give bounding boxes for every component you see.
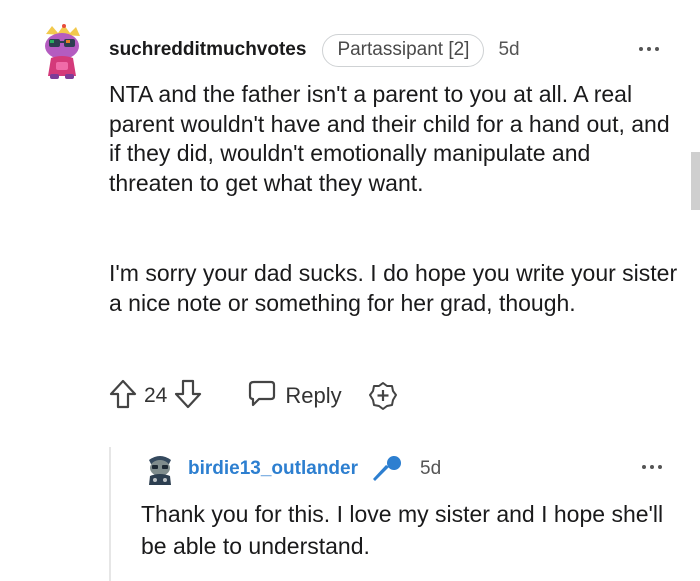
- user-flair: Partassipant [2]: [322, 33, 485, 67]
- comment-paragraph: I'm sorry your dad sucks. I do hope you …: [109, 260, 678, 316]
- avatar-icon: [149, 456, 171, 485]
- upvote-icon[interactable]: [108, 378, 138, 415]
- reply-username[interactable]: birdie13_outlander: [188, 458, 358, 480]
- reply-timestamp: 5d: [420, 458, 442, 479]
- comment-username[interactable]: suchredditmuchvotes: [109, 39, 306, 61]
- reply-bubble-icon: [247, 378, 277, 414]
- reply-body: Thank you for this. I love my sister and…: [141, 501, 664, 559]
- comment-paragraph: NTA and the father isn't a parent to you…: [109, 81, 670, 196]
- reply-header: birdie13_outlander 5d: [188, 452, 441, 486]
- scrollbar[interactable]: [691, 152, 700, 210]
- downvote-icon[interactable]: [173, 378, 203, 415]
- microphone-icon: [370, 454, 404, 484]
- more-options-icon[interactable]: [639, 47, 659, 51]
- add-award-icon[interactable]: [368, 381, 398, 411]
- comment-header: suchredditmuchvotes Partassipant [2] 5d: [109, 33, 520, 67]
- user-avatar[interactable]: [36, 24, 88, 80]
- reply-avatar[interactable]: [143, 452, 177, 486]
- thread-line[interactable]: [109, 447, 111, 581]
- more-options-icon[interactable]: [642, 465, 662, 469]
- vote-count: 24: [144, 384, 168, 407]
- reply-label: Reply: [285, 383, 342, 408]
- comment-thread: suchredditmuchvotes Partassipant [2] 5d …: [0, 0, 700, 581]
- avatar-icon: [45, 24, 80, 79]
- comment-timestamp: 5d: [498, 39, 520, 60]
- reply-button[interactable]: Reply: [247, 378, 342, 414]
- comment-actions: 24 Reply: [108, 378, 398, 414]
